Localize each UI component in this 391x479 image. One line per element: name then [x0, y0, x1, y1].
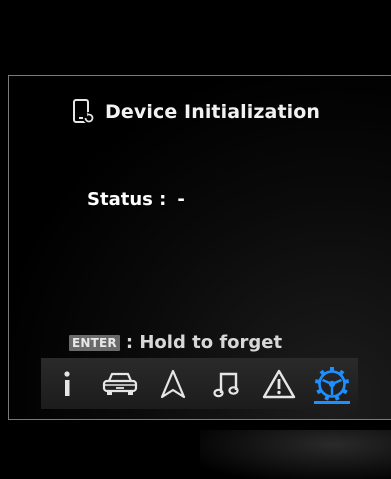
tab-settings[interactable] [311, 362, 353, 406]
background-glow [200, 430, 391, 479]
page-header: Device Initialization [72, 98, 320, 126]
status-value: - [177, 189, 185, 210]
tab-info[interactable] [46, 362, 88, 406]
tab-warnings[interactable] [258, 362, 300, 406]
status-label: Status : [87, 189, 167, 210]
status-line: Status : - [87, 189, 185, 210]
tab-navigation[interactable] [152, 362, 194, 406]
page-title: Device Initialization [105, 101, 321, 123]
enter-hint: ENTER : Hold to forget [69, 332, 282, 353]
navigation-arrow-icon [160, 369, 186, 398]
phone-reset-icon [73, 99, 95, 124]
info-icon [64, 370, 71, 396]
car-icon [103, 372, 138, 395]
music-note-icon [213, 372, 239, 397]
enter-key-badge: ENTER [69, 334, 120, 351]
warning-triangle-icon [262, 369, 295, 398]
tab-vehicle[interactable] [99, 362, 141, 406]
tab-media[interactable] [205, 362, 247, 406]
hint-text: : Hold to forget [125, 332, 283, 353]
settings-steering-icon [314, 366, 349, 401]
bottom-tab-bar [41, 358, 358, 409]
